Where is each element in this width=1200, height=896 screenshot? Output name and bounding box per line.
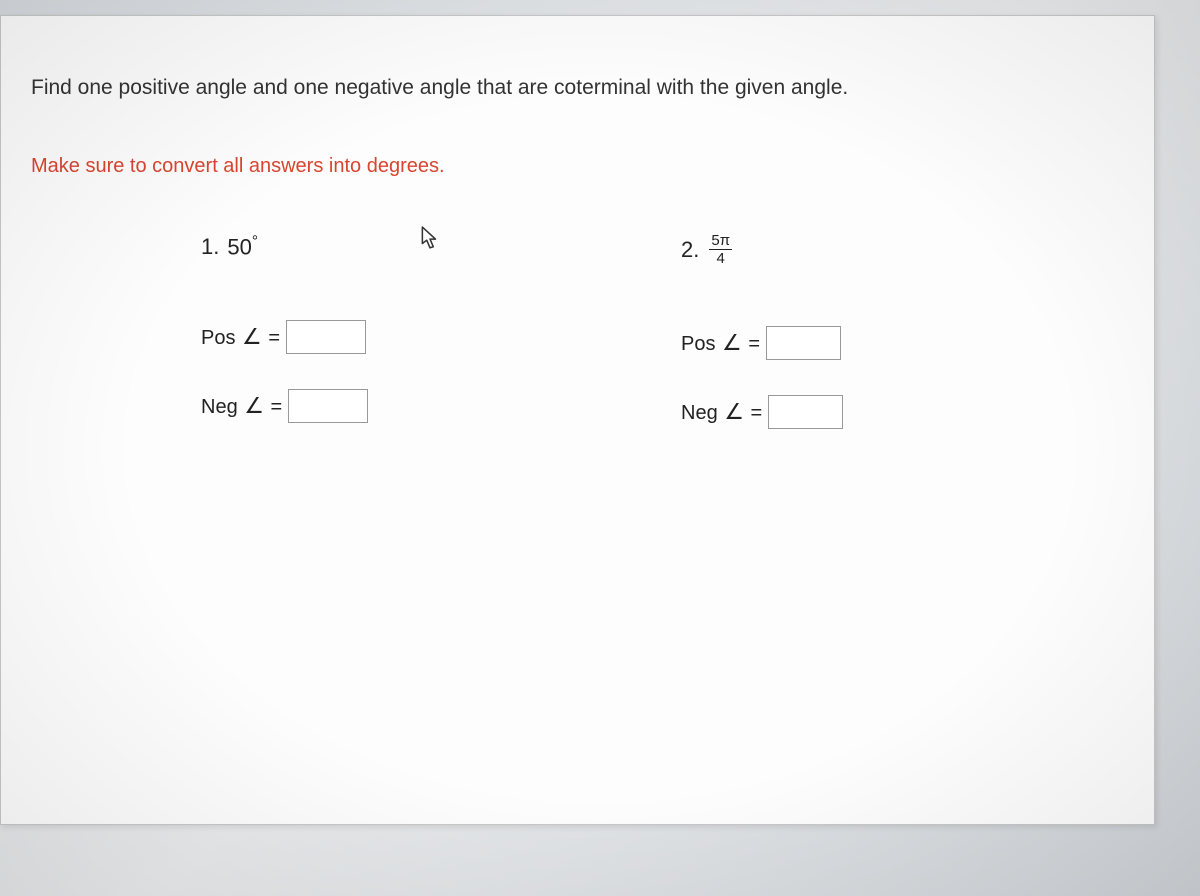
problem-1: 1. 50° Pos ∠ = Neg ∠ = — [201, 233, 601, 464]
problem-1-number: 1. — [201, 234, 219, 260]
problem-2-pos-row: Pos ∠ = — [681, 326, 1081, 360]
problem-2-pos-label: Pos ∠ = — [681, 330, 760, 356]
problem-1-angle: 50° — [227, 233, 258, 260]
problem-2-fraction: 5π 4 — [709, 233, 732, 266]
equals-text: = — [743, 333, 760, 355]
problem-1-pos-label: Pos ∠ = — [201, 324, 280, 350]
conversion-note: Make sure to convert all answers into de… — [31, 155, 1124, 178]
pos-text: Pos — [201, 327, 241, 349]
fraction-numerator: 5π — [709, 233, 732, 250]
degree-symbol: ° — [252, 233, 258, 250]
problem-1-neg-row: Neg ∠ = — [201, 389, 601, 423]
angle-icon: ∠ — [244, 393, 264, 418]
angle-icon: ∠ — [724, 399, 744, 424]
problem-2-header: 2. 5π 4 — [681, 233, 1081, 266]
problem-1-angle-value: 50 — [227, 234, 251, 259]
problem-2-neg-row: Neg ∠ = — [681, 395, 1081, 429]
problem-1-header: 1. 50° — [201, 233, 601, 260]
problem-1-pos-row: Pos ∠ = — [201, 320, 601, 354]
problem-2-number: 2. — [681, 237, 699, 263]
problem-2-neg-input[interactable] — [768, 395, 843, 429]
problem-1-neg-label: Neg ∠ = — [201, 393, 282, 419]
problem-2-neg-label: Neg ∠ = — [681, 399, 762, 425]
pos-text: Pos — [681, 333, 721, 355]
problem-1-neg-input[interactable] — [288, 389, 368, 423]
problem-1-pos-input[interactable] — [286, 320, 366, 354]
equals-text: = — [745, 402, 762, 424]
equals-text: = — [263, 327, 280, 349]
worksheet-page: Find one positive angle and one negative… — [0, 15, 1155, 825]
angle-icon: ∠ — [722, 330, 742, 355]
angle-icon: ∠ — [242, 324, 262, 349]
problems-container: 1. 50° Pos ∠ = Neg ∠ = 2. — [31, 233, 1124, 464]
problem-2-pos-input[interactable] — [766, 326, 841, 360]
instruction-text: Find one positive angle and one negative… — [31, 76, 1124, 100]
neg-text: Neg — [681, 402, 723, 424]
fraction-denominator: 4 — [715, 250, 727, 266]
equals-text: = — [265, 396, 282, 418]
neg-text: Neg — [201, 396, 243, 418]
problem-2: 2. 5π 4 Pos ∠ = Neg ∠ = — [681, 233, 1081, 464]
